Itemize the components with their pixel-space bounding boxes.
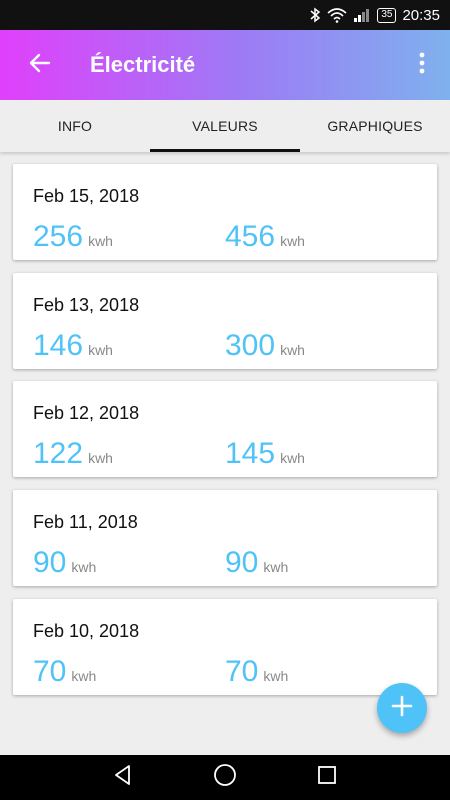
entry-value-1: 90 kwh	[33, 546, 96, 580]
add-entry-button[interactable]	[377, 683, 427, 733]
list-item[interactable]: Feb 15, 2018 256 kwh 456 kwh	[13, 164, 437, 260]
value-unit: kwh	[263, 668, 289, 684]
square-recents-icon	[317, 765, 337, 790]
plus-icon	[391, 695, 413, 722]
value-number: 145	[225, 437, 276, 470]
entry-value-2: 90 kwh	[225, 546, 288, 580]
nav-back-button[interactable]	[108, 763, 138, 793]
entry-date: Feb 13, 2018	[33, 295, 140, 315]
list-item[interactable]: Feb 11, 2018 90 kwh 90 kwh	[13, 490, 437, 586]
value-number: 300	[225, 329, 276, 362]
value-unit: kwh	[71, 559, 97, 575]
tab-valeurs[interactable]: VALEURS	[150, 100, 300, 152]
value-unit: kwh	[280, 450, 305, 466]
entry-value-1: 256 kwh	[33, 220, 113, 254]
value-number: 70	[225, 655, 259, 688]
entry-date: Feb 12, 2018	[33, 403, 140, 423]
value-unit: kwh	[263, 559, 289, 575]
entry-value-2: 70 kwh	[225, 655, 288, 689]
entry-date: Feb 10, 2018	[33, 621, 140, 641]
triangle-back-icon	[112, 764, 134, 791]
list-item[interactable]: Feb 12, 2018 122 kwh 145 kwh	[13, 381, 437, 477]
page-title: Électricité	[90, 52, 196, 77]
tab-bar: INFO VALEURS GRAPHIQUES	[0, 100, 450, 152]
overflow-menu-button[interactable]	[402, 45, 442, 85]
value-unit: kwh	[88, 450, 113, 466]
more-vert-icon	[419, 52, 425, 79]
entry-value-1: 122 kwh	[33, 437, 113, 471]
list-item[interactable]: Feb 13, 2018 146 kwh 300 kwh	[13, 273, 437, 369]
value-unit: kwh	[280, 233, 305, 249]
value-unit: kwh	[71, 668, 97, 684]
entry-date: Feb 11, 2018	[33, 512, 138, 532]
signal-icon	[353, 7, 371, 23]
tab-info[interactable]: INFO	[0, 100, 150, 152]
list-item[interactable]: Feb 10, 2018 70 kwh 70 kwh	[13, 599, 437, 695]
app-bar: Électricité	[0, 30, 450, 100]
value-number: 256	[33, 220, 84, 253]
entry-value-2: 145 kwh	[225, 437, 305, 471]
entry-value-1: 70 kwh	[33, 655, 96, 689]
value-number: 90	[33, 546, 67, 579]
arrow-left-icon	[29, 52, 51, 79]
entry-value-2: 456 kwh	[225, 220, 305, 254]
battery-indicator: 35	[377, 7, 397, 23]
value-number: 90	[225, 546, 259, 579]
back-button[interactable]	[20, 45, 60, 85]
entry-value-1: 146 kwh	[33, 329, 113, 363]
circle-home-icon	[213, 763, 237, 792]
value-number: 122	[33, 437, 84, 470]
nav-recents-button[interactable]	[312, 763, 342, 793]
nav-home-button[interactable]	[210, 763, 240, 793]
system-nav-bar	[0, 755, 450, 800]
value-number: 146	[33, 329, 84, 362]
tab-graphiques[interactable]: GRAPHIQUES	[300, 100, 450, 152]
value-unit: kwh	[280, 342, 305, 358]
wifi-icon	[327, 7, 347, 23]
value-unit: kwh	[88, 342, 113, 358]
clock: 20:35	[402, 6, 440, 24]
value-unit: kwh	[88, 233, 113, 249]
entry-date: Feb 15, 2018	[33, 186, 140, 206]
entry-value-2: 300 kwh	[225, 329, 305, 363]
value-number: 456	[225, 220, 276, 253]
status-bar: 35 20:35	[0, 0, 450, 30]
bluetooth-icon	[309, 7, 321, 23]
value-number: 70	[33, 655, 67, 688]
